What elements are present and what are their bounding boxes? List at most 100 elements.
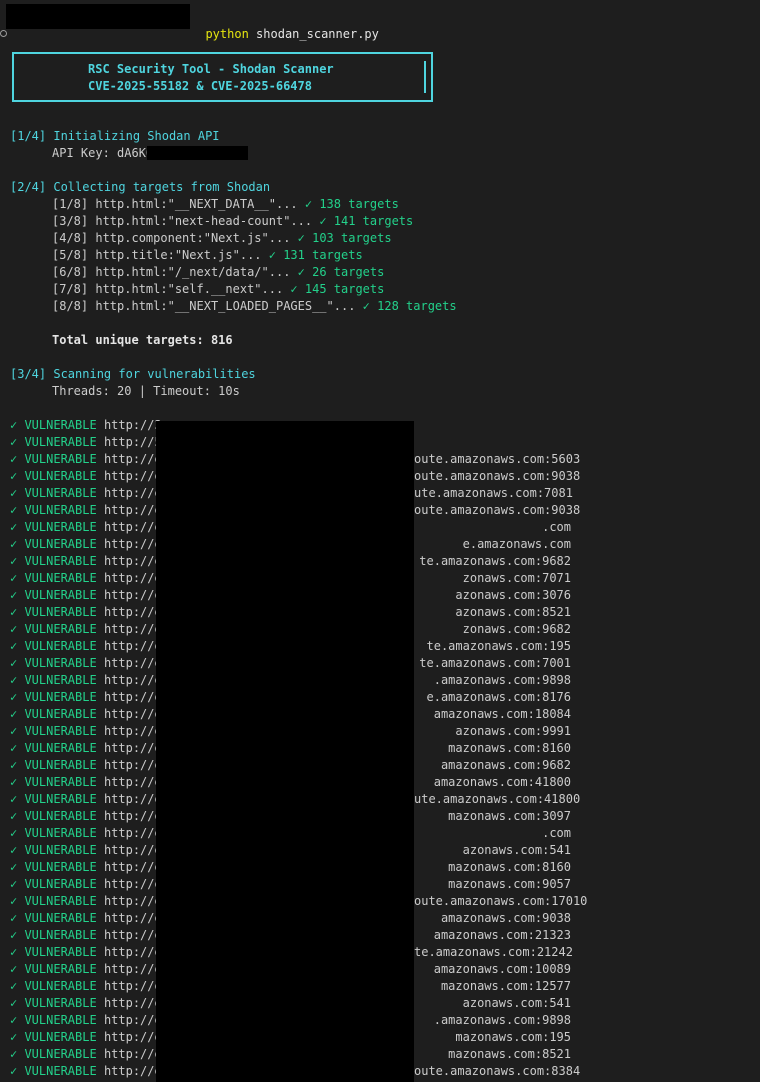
result-row: ✓ VULNERABLE http://e	[10, 451, 162, 468]
query-line: [4/8] http.component:"Next.js"... ✓ 103 …	[52, 230, 392, 247]
vulnerable-marker: ✓ VULNERABLE	[10, 520, 97, 534]
query-result: ✓ 131 targets	[268, 248, 363, 262]
result-row: ✓ VULNERABLE http://e	[10, 995, 162, 1012]
query-line: [7/8] http.html:"self.__next"... ✓ 145 t…	[52, 281, 384, 298]
result-url-suffix: .amazonaws.com:9898	[433, 1013, 571, 1027]
vulnerable-marker: ✓ VULNERABLE	[10, 673, 97, 687]
result-row: ✓ VULNERABLE http://3	[10, 417, 162, 434]
vulnerable-marker: ✓ VULNERABLE	[10, 571, 97, 585]
result-row: ✓ VULNERABLE http://e	[10, 842, 162, 859]
result-url-prefix: http://e	[103, 945, 162, 959]
result-url-suffix: mazonaws.com:8160	[448, 741, 571, 755]
banner-box: RSC Security Tool - Shodan Scanner CVE-2…	[12, 52, 433, 102]
vulnerable-marker: ✓ VULNERABLE	[10, 945, 97, 959]
result-url-suffix: zonaws.com:7071	[462, 571, 571, 585]
result-url-suffix: zonaws.com:9682	[462, 622, 571, 636]
result-row: ✓ VULNERABLE http://e	[10, 791, 162, 808]
result-row: ✓ VULNERABLE http://e	[10, 757, 162, 774]
result-url-prefix: http://e	[103, 605, 162, 619]
vulnerable-marker: ✓ VULNERABLE	[10, 418, 97, 432]
query-text: [6/8] http.html:"/_next/data/"...	[52, 265, 291, 279]
query-text: [5/8] http.title:"Next.js"...	[52, 248, 262, 262]
result-url-prefix: http://e	[103, 809, 162, 823]
terminal-cursor-icon	[0, 30, 7, 37]
result-row: ✓ VULNERABLE http://e	[10, 893, 162, 910]
result-url-prefix: http://e	[103, 724, 162, 738]
result-url-suffix: te.amazonaws.com:21242	[414, 945, 573, 959]
result-row: ✓ VULNERABLE http://e	[10, 485, 162, 502]
vulnerable-marker: ✓ VULNERABLE	[10, 860, 97, 874]
query-result: ✓ 26 targets	[297, 265, 385, 279]
result-row: ✓ VULNERABLE http://e	[10, 570, 162, 587]
result-row: ✓ VULNERABLE http://e	[10, 536, 162, 553]
vulnerable-marker: ✓ VULNERABLE	[10, 843, 97, 857]
result-row: ✓ VULNERABLE http://e	[10, 859, 162, 876]
vulnerable-marker: ✓ VULNERABLE	[10, 1047, 97, 1061]
vulnerable-marker: ✓ VULNERABLE	[10, 656, 97, 670]
result-url-suffix: amazonaws.com:41800	[433, 775, 571, 789]
query-result: ✓ 138 targets	[304, 197, 399, 211]
result-url-suffix: .amazonaws.com:9898	[433, 673, 571, 687]
result-url-prefix: http://e	[103, 843, 162, 857]
result-url-prefix: http://e	[103, 996, 162, 1010]
step1-header: [1/4] Initializing Shodan API	[10, 129, 220, 143]
result-url-prefix: http://e	[103, 707, 162, 721]
result-url-prefix: http://e	[103, 860, 162, 874]
result-url-suffix: amazonaws.com:18084	[433, 707, 571, 721]
query-line: [1/8] http.html:"__NEXT_DATA__"... ✓ 138…	[52, 196, 399, 213]
result-row: ✓ VULNERABLE http://e	[10, 910, 162, 927]
query-text: [7/8] http.html:"self.__next"...	[52, 282, 284, 296]
vulnerable-marker: ✓ VULNERABLE	[10, 1030, 97, 1044]
result-url-prefix: http://e	[103, 792, 162, 806]
vulnerable-marker: ✓ VULNERABLE	[10, 894, 97, 908]
result-url-prefix: http://e	[103, 1013, 162, 1027]
result-url-prefix: http://e	[103, 452, 162, 466]
result-url-prefix: http://e	[103, 877, 162, 891]
result-row: ✓ VULNERABLE http://e	[10, 825, 162, 842]
vulnerable-marker: ✓ VULNERABLE	[10, 775, 97, 789]
result-url-suffix: oute.amazonaws.com:17010	[414, 894, 588, 908]
vulnerable-marker: ✓ VULNERABLE	[10, 758, 97, 772]
command-line: python shodan_scanner.py	[191, 9, 378, 41]
result-url-suffix: oute.amazonaws.com:8384	[414, 1064, 581, 1078]
total-targets: Total unique targets: 816	[52, 333, 233, 347]
result-url-suffix: mazonaws.com:9057	[448, 877, 571, 891]
query-result: ✓ 103 targets	[297, 231, 392, 245]
vulnerable-marker: ✓ VULNERABLE	[10, 877, 97, 891]
result-url-prefix: http://e	[103, 656, 162, 670]
result-row: ✓ VULNERABLE http://e	[10, 961, 162, 978]
query-line: [6/8] http.html:"/_next/data/"... ✓ 26 t…	[52, 264, 384, 281]
vulnerable-marker: ✓ VULNERABLE	[10, 690, 97, 704]
result-url-prefix: http://e	[103, 1064, 162, 1078]
result-row: ✓ VULNERABLE http://e	[10, 723, 162, 740]
result-url-suffix: oute.amazonaws.com:5603	[414, 452, 581, 466]
vulnerable-marker: ✓ VULNERABLE	[10, 809, 97, 823]
vulnerable-marker: ✓ VULNERABLE	[10, 792, 97, 806]
result-url-suffix: mazonaws.com:8521	[448, 1047, 571, 1061]
result-row: ✓ VULNERABLE http://e	[10, 638, 162, 655]
vulnerable-marker: ✓ VULNERABLE	[10, 605, 97, 619]
result-url-prefix: http://e	[103, 928, 162, 942]
result-url-prefix: http://e	[103, 962, 162, 976]
vulnerable-marker: ✓ VULNERABLE	[10, 639, 97, 653]
result-row: ✓ VULNERABLE http://e	[10, 604, 162, 621]
result-url-suffix: oute.amazonaws.com:9038	[414, 469, 581, 483]
redacted-prompt-prefix	[6, 4, 190, 29]
query-text: [1/8] http.html:"__NEXT_DATA__"...	[52, 197, 298, 211]
command-python: python	[205, 27, 249, 41]
query-text: [3/8] http.html:"next-head-count"...	[52, 214, 313, 228]
result-row: ✓ VULNERABLE http://e	[10, 774, 162, 791]
result-url-prefix: http://e	[103, 503, 162, 517]
result-url-prefix: http://5	[103, 435, 162, 449]
result-row: ✓ VULNERABLE http://e	[10, 519, 162, 536]
result-row: ✓ VULNERABLE http://e	[10, 468, 162, 485]
vulnerable-marker: ✓ VULNERABLE	[10, 911, 97, 925]
vulnerable-marker: ✓ VULNERABLE	[10, 588, 97, 602]
vulnerable-marker: ✓ VULNERABLE	[10, 962, 97, 976]
query-line: [5/8] http.title:"Next.js"... ✓ 131 targ…	[52, 247, 363, 264]
result-url-prefix: http://e	[103, 469, 162, 483]
vulnerable-marker: ✓ VULNERABLE	[10, 928, 97, 942]
result-url-prefix: http://e	[103, 571, 162, 585]
query-text: [4/8] http.component:"Next.js"...	[52, 231, 291, 245]
vulnerable-marker: ✓ VULNERABLE	[10, 741, 97, 755]
